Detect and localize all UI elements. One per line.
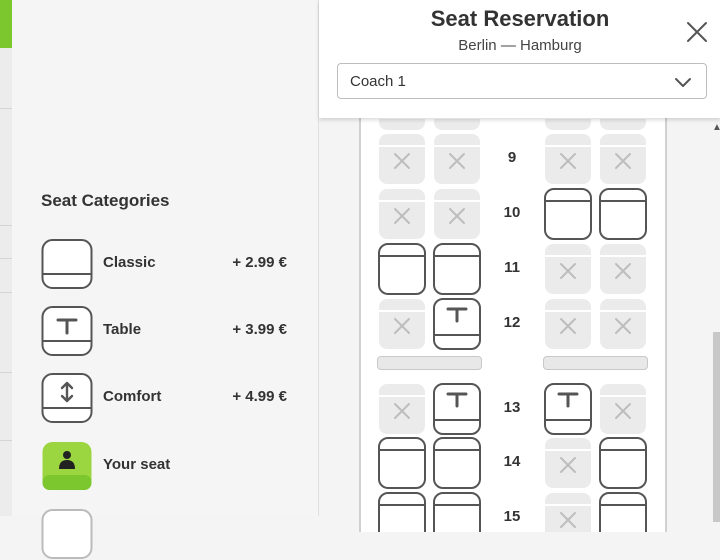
seat-classic[interactable] bbox=[377, 491, 427, 532]
row-number: 11 bbox=[504, 259, 520, 276]
row-number: 9 bbox=[507, 149, 517, 166]
seat-occupied bbox=[545, 438, 591, 488]
close-icon[interactable] bbox=[683, 18, 711, 46]
table bbox=[377, 356, 482, 370]
seat-occupied bbox=[379, 384, 425, 434]
legend-label: Classic bbox=[103, 254, 156, 271]
classic-seat-icon bbox=[41, 239, 93, 289]
seat-occupied bbox=[545, 244, 591, 294]
row-number: 13 bbox=[503, 399, 521, 416]
legend-label: Comfort bbox=[103, 388, 162, 405]
divider bbox=[0, 225, 12, 226]
divider bbox=[0, 372, 12, 373]
legend-item-comfort: Comfort + 4.99 € bbox=[41, 372, 301, 424]
seat-occupied bbox=[379, 134, 425, 184]
seat-classic[interactable] bbox=[598, 436, 648, 490]
seat-table[interactable] bbox=[432, 382, 482, 436]
seat-reservation-modal: Seat Reservation Berlin — Hamburg Coach … bbox=[318, 0, 720, 532]
legend-price: + 4.99 € bbox=[232, 388, 287, 405]
table-seat-icon bbox=[41, 306, 93, 356]
divider bbox=[0, 258, 12, 259]
coach-select-value: Coach 1 bbox=[350, 73, 406, 90]
table bbox=[543, 356, 648, 370]
legend-price: + 3.99 € bbox=[232, 321, 287, 338]
seat-occupied bbox=[379, 299, 425, 349]
comfort-seat-icon bbox=[41, 373, 93, 423]
seat-categories-panel: Seat Categories Classic + 2.99 € Table +… bbox=[12, 0, 318, 559]
legend-price: + 2.99 € bbox=[232, 254, 287, 271]
row-number: 14 bbox=[503, 453, 521, 470]
seat-table[interactable] bbox=[432, 297, 482, 351]
scroll-up-arrow-icon[interactable]: ▲ bbox=[712, 122, 720, 133]
seat-table[interactable] bbox=[543, 382, 593, 436]
seat-occupied bbox=[434, 189, 480, 239]
seat-classic[interactable] bbox=[432, 242, 482, 296]
divider bbox=[0, 292, 12, 293]
legend-item-your-seat: Your seat bbox=[41, 440, 301, 492]
seat-occupied bbox=[600, 244, 646, 294]
seat-classic[interactable] bbox=[543, 187, 593, 241]
scrollbar[interactable]: ▲ bbox=[711, 118, 720, 522]
row-number: 15 bbox=[503, 508, 521, 525]
seat-classic[interactable] bbox=[432, 436, 482, 490]
seat-occupied bbox=[600, 299, 646, 349]
seat-categories-title: Seat Categories bbox=[41, 191, 170, 210]
legend-label: Your seat bbox=[103, 456, 171, 473]
seat-classic[interactable] bbox=[432, 491, 482, 532]
seat-occupied bbox=[600, 384, 646, 434]
seat-occupied bbox=[545, 134, 591, 184]
row-number: 12 bbox=[503, 314, 521, 331]
route-subtitle: Berlin — Hamburg bbox=[458, 37, 582, 54]
scrollbar-thumb[interactable] bbox=[713, 332, 720, 522]
seat-occupied bbox=[434, 134, 480, 184]
divider bbox=[0, 440, 12, 441]
legend-item-table: Table + 3.99 € bbox=[41, 305, 301, 357]
background-header-accent bbox=[0, 0, 12, 48]
chevron-down-icon bbox=[675, 78, 691, 87]
seat-classic[interactable] bbox=[598, 187, 648, 241]
legend-label: Table bbox=[103, 321, 142, 338]
seat-occupied bbox=[600, 134, 646, 184]
divider bbox=[0, 108, 12, 109]
modal-header: Seat Reservation Berlin — Hamburg Coach … bbox=[319, 0, 720, 118]
seat-occupied bbox=[545, 493, 591, 532]
coach-select[interactable]: Coach 1 bbox=[337, 63, 707, 99]
seat-classic[interactable] bbox=[377, 242, 427, 296]
your-seat-icon bbox=[42, 442, 92, 490]
seat-classic[interactable] bbox=[598, 491, 648, 532]
modal-title: Seat Reservation bbox=[430, 6, 610, 31]
seat-occupied bbox=[545, 299, 591, 349]
seat-classic[interactable] bbox=[377, 436, 427, 490]
row-number: 10 bbox=[503, 204, 521, 221]
coach-seat-map: 9 10 11 12 13 14 15 bbox=[359, 112, 667, 532]
legend-item-classic: Classic + 2.99 € bbox=[41, 238, 301, 290]
seat-occupied bbox=[379, 189, 425, 239]
